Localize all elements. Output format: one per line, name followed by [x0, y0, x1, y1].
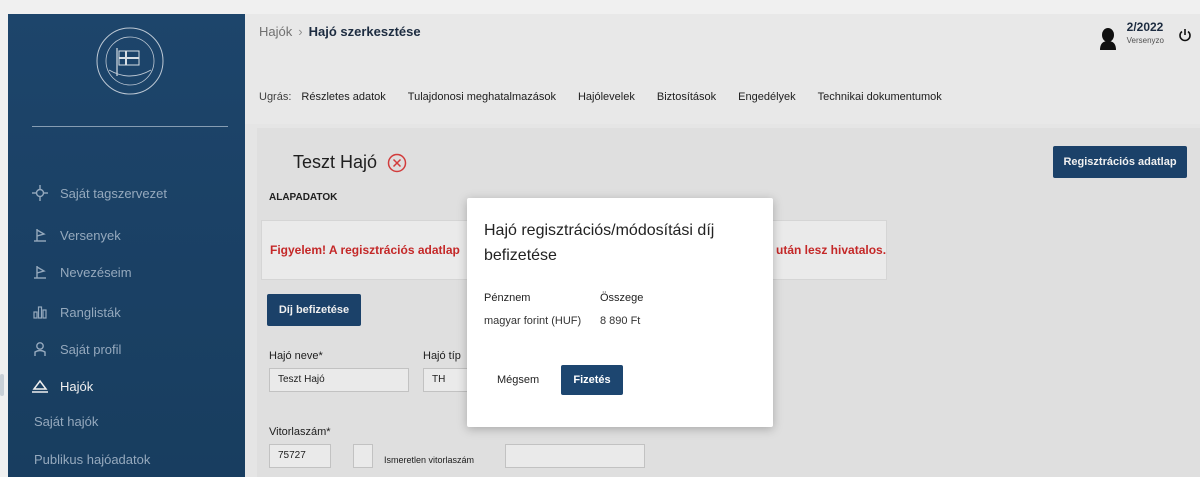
cancel-button[interactable]: Mégsem — [497, 374, 539, 386]
pay-button[interactable]: Fizetés — [561, 365, 623, 395]
app: Saját tagszervezet Versenyek Nevezéseim … — [0, 0, 1200, 477]
amount-header: Összege — [600, 292, 644, 304]
payment-dialog: Hajó regisztrációs/módosítási díj befize… — [467, 198, 773, 427]
currency-header: Pénznem — [484, 292, 531, 304]
amount-value: 8 890 Ft — [600, 315, 641, 327]
currency-value: magyar forint (HUF) — [484, 315, 582, 327]
dialog-title: Hajó regisztrációs/módosítási díj befize… — [484, 222, 715, 264]
